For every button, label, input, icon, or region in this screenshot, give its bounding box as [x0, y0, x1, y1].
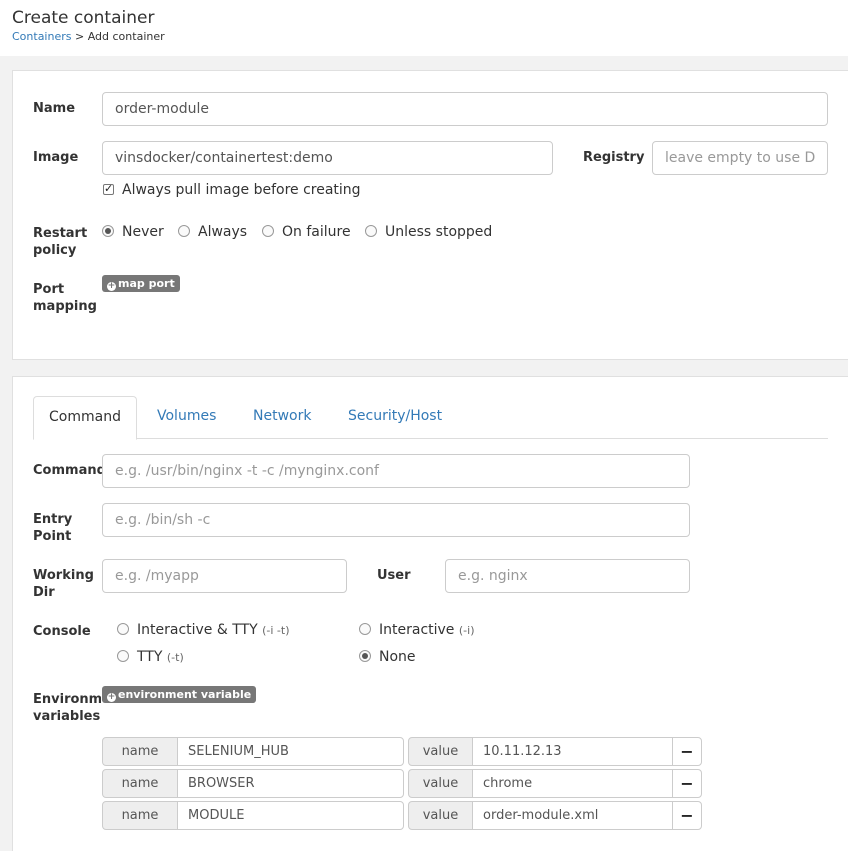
map-port-label: map port	[118, 277, 175, 290]
env-name-input[interactable]: MODULE	[177, 801, 404, 830]
console-interactive-tty-label: Interactive & TTY (-i -t)	[137, 622, 289, 639]
tab-bar: Command Volumes Network Security/Host	[33, 396, 828, 440]
map-port-button[interactable]: + map port	[102, 275, 180, 292]
breadcrumb: Containers > Add container	[12, 30, 165, 43]
name-input[interactable]: order-module	[102, 92, 828, 126]
minus-icon: −	[680, 742, 694, 761]
registry-input[interactable]: leave empty to use D	[652, 141, 828, 175]
restart-label-line1: Restart	[33, 226, 88, 241]
console-interactive-tty-hint: (-i -t)	[262, 624, 290, 637]
image-label: Image	[33, 150, 79, 165]
env-vars-label: Environment variables	[33, 691, 101, 725]
command-label: Command	[33, 463, 106, 478]
port-label-line1: Port	[33, 282, 65, 297]
env-name-input[interactable]: BROWSER	[177, 769, 404, 798]
console-tty-radio[interactable]	[117, 650, 129, 662]
user-input[interactable]: e.g. nginx	[445, 559, 690, 593]
workdir-label-line1: Working	[33, 568, 94, 583]
restart-never-label: Never	[122, 224, 164, 240]
breadcrumb-separator: >	[75, 30, 85, 43]
restart-on-failure-radio[interactable]	[262, 225, 274, 237]
command-input[interactable]: e.g. /usr/bin/nginx -t -c /mynginx.conf	[102, 454, 690, 488]
plus-circle-icon: +	[107, 692, 116, 702]
breadcrumb-current: Add container	[87, 30, 165, 43]
env-label-line1: Environment	[33, 692, 101, 707]
user-label: User	[377, 568, 411, 583]
env-name-input[interactable]: SELENIUM_HUB	[177, 737, 404, 766]
entry-point-input[interactable]: e.g. /bin/sh -c	[102, 503, 690, 537]
entry-label-line1: Entry	[33, 512, 73, 527]
env-label-line2: variables	[33, 709, 101, 724]
minus-icon: −	[680, 806, 694, 825]
working-dir-input[interactable]: e.g. /myapp	[102, 559, 347, 593]
env-name-addon: name	[102, 737, 178, 766]
console-label: Console	[33, 624, 91, 639]
console-tty-hint: (-t)	[166, 651, 184, 664]
page-title: Create container	[12, 8, 155, 28]
tab-security-host[interactable]: Security/Host	[333, 396, 457, 439]
port-mapping-label: Port mapping	[33, 281, 97, 315]
tab-command[interactable]: Command	[33, 396, 137, 440]
env-value-addon: value	[408, 801, 473, 830]
console-interactive-tty-radio[interactable]	[117, 623, 129, 635]
always-pull-checkbox[interactable]	[103, 182, 114, 195]
env-value-addon: value	[408, 769, 473, 798]
restart-policy-label: Restart policy	[33, 225, 87, 259]
minus-icon: −	[680, 774, 694, 793]
always-pull-label: Always pull image before creating	[122, 182, 361, 198]
env-remove-button[interactable]: −	[672, 801, 702, 830]
env-value-input[interactable]: chrome	[472, 769, 673, 798]
entry-point-label: Entry Point	[33, 511, 72, 545]
console-tty-text: TTY	[137, 649, 163, 665]
restart-on-failure-label: On failure	[282, 224, 351, 240]
registry-label: Registry	[583, 150, 645, 165]
env-remove-button[interactable]: −	[672, 769, 702, 798]
console-none-label: None	[379, 649, 416, 665]
page-header: Create container Containers > Add contai…	[0, 0, 848, 56]
env-value-input[interactable]: order-module.xml	[472, 801, 673, 830]
working-dir-label: Working Dir	[33, 567, 94, 601]
restart-always-radio[interactable]	[178, 225, 190, 237]
console-interactive-hint: (-i)	[458, 624, 475, 637]
console-interactive-tty-text: Interactive & TTY	[137, 622, 258, 638]
breadcrumb-containers-link[interactable]: Containers	[12, 30, 72, 43]
port-label-line2: mapping	[33, 299, 97, 314]
workdir-label-line2: Dir	[33, 585, 55, 600]
console-interactive-text: Interactive	[379, 622, 455, 638]
entry-label-line2: Point	[33, 529, 72, 544]
tab-volumes[interactable]: Volumes	[142, 396, 231, 439]
add-env-var-button[interactable]: + environment variable	[102, 686, 257, 703]
restart-never-radio[interactable]	[102, 225, 114, 237]
tab-network[interactable]: Network	[238, 396, 326, 439]
console-none-radio[interactable]	[359, 650, 371, 662]
env-value-input[interactable]: 10.11.12.13	[472, 737, 673, 766]
console-tty-label: TTY (-t)	[137, 649, 184, 666]
env-name-addon: name	[102, 769, 178, 798]
env-name-addon: name	[102, 801, 178, 830]
plus-circle-icon: +	[107, 281, 116, 291]
env-value-addon: value	[408, 737, 473, 766]
name-label: Name	[33, 101, 76, 116]
console-interactive-radio[interactable]	[359, 623, 371, 635]
restart-always-label: Always	[198, 224, 248, 240]
image-input[interactable]: vinsdocker/containertest:demo	[102, 141, 553, 175]
add-env-var-label: environment variable	[118, 688, 252, 701]
restart-unless-stopped-radio[interactable]	[365, 225, 377, 237]
env-remove-button[interactable]: −	[672, 737, 702, 766]
restart-unless-stopped-label: Unless stopped	[385, 224, 493, 240]
restart-label-line2: policy	[33, 243, 77, 258]
console-interactive-label: Interactive (-i)	[379, 622, 474, 639]
